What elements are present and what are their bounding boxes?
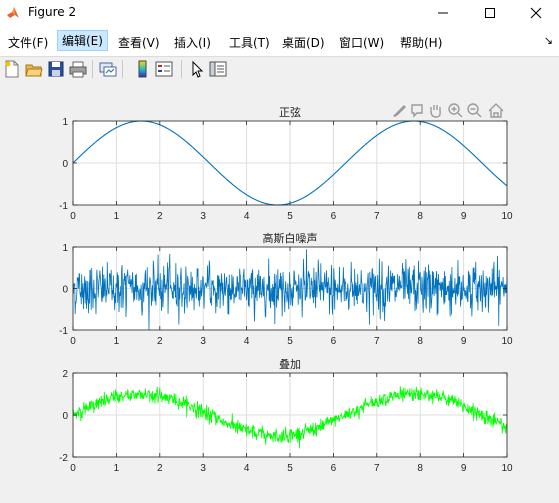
x-tick-label: 7 — [374, 463, 380, 474]
menu-view[interactable]: 查看(V) — [118, 34, 160, 51]
x-tick-label: 4 — [244, 463, 250, 474]
property-inspector-icon[interactable] — [209, 60, 227, 78]
x-tick-label: 0 — [70, 336, 76, 347]
legend-icon[interactable] — [155, 60, 173, 78]
figure-canvas: 0 1 2 3 4 5 6 7 8 9 10 -1 0 1 正弦 0 1 2 3 4 5 6 7 8 9 10 -1 0 1 高斯白噪声 0… — [0, 81, 559, 503]
y-tick-label: -1 — [59, 326, 68, 337]
x-tick-label: 2 — [157, 211, 163, 222]
x-tick-label: 5 — [287, 336, 293, 347]
maximize-icon — [485, 8, 495, 18]
brush-shape — [393, 105, 406, 117]
x-tick-label: 4 — [244, 336, 250, 347]
minimize-icon — [438, 12, 448, 14]
menu-desktop[interactable]: 桌面(D) — [282, 34, 325, 51]
sum-axes: 0 1 2 3 4 5 6 7 8 9 10-202叠加 — [59, 358, 513, 474]
window-title: Figure 2 — [28, 5, 77, 19]
x-tick-label: 2 — [157, 463, 163, 474]
x-tick-label: 10 — [501, 336, 513, 347]
x-tick-label: 8 — [417, 211, 423, 222]
y-tick-label: 0 — [62, 285, 68, 296]
zoom-out-icon[interactable] — [467, 103, 482, 118]
x-tick-label: 7 — [374, 336, 380, 347]
title-bar: Figure 2 — [0, 0, 559, 26]
y-tick-label: 2 — [62, 369, 68, 380]
x-tick-label: 9 — [461, 336, 467, 347]
axes-toolbar — [393, 103, 504, 118]
x-tick-label: 2 — [157, 336, 163, 347]
home-icon[interactable] — [488, 103, 504, 118]
pointer-icon[interactable] — [188, 60, 206, 78]
toolbar-separator — [181, 60, 182, 78]
print-icon[interactable] — [69, 60, 87, 78]
y-tick-label: 1 — [62, 117, 68, 128]
x-tick-label: 6 — [331, 211, 337, 222]
sine-axes: 0 1 2 3 4 5 6 7 8 9 10-101正弦 — [59, 105, 513, 222]
menu-bar: 文件(F) 编辑(E) 查看(V) 插入(I) 工具(T) 桌面(D) 窗口(W… — [0, 26, 559, 56]
menu-overflow-icon[interactable]: ↘ — [544, 34, 553, 47]
new-figure-icon[interactable] — [3, 60, 21, 78]
x-tick-label: 3 — [200, 336, 206, 347]
menu-window[interactable]: 窗口(W) — [339, 34, 384, 51]
data-tips-icon[interactable] — [411, 104, 423, 118]
y-tick-label: 0 — [62, 411, 68, 422]
toolbar-separator — [122, 60, 123, 78]
x-tick-label: 9 — [461, 463, 467, 474]
x-tick-label: 1 — [114, 336, 120, 347]
x-tick-label: 8 — [417, 336, 423, 347]
y-tick-label: 1 — [62, 243, 68, 254]
x-tick-label: 4 — [244, 211, 250, 222]
x-tick-label: 10 — [501, 463, 513, 474]
link-plot-icon[interactable] — [99, 60, 117, 78]
menu-insert[interactable]: 插入(I) — [174, 34, 211, 51]
close-button[interactable] — [513, 0, 559, 26]
x-tick-label: 7 — [374, 211, 380, 222]
close-icon — [530, 7, 542, 19]
matlab-logo-icon — [7, 7, 19, 18]
axes-title: 叠加 — [279, 358, 301, 371]
noise-axes: 0 1 2 3 4 5 6 7 8 9 10-101高斯白噪声 — [59, 231, 513, 347]
minimize-button[interactable] — [420, 0, 466, 26]
house — [488, 103, 504, 118]
x-tick-label: 6 — [331, 463, 337, 474]
x-tick-label: 5 — [287, 463, 293, 474]
x-tick-label: 1 — [114, 463, 120, 474]
axes-title: 高斯白噪声 — [263, 231, 318, 245]
y-tick-label: 0 — [62, 159, 68, 170]
x-tick-label: 3 — [200, 211, 206, 222]
y-tick-label: -1 — [59, 201, 68, 212]
x-tick-label: 1 — [114, 211, 120, 222]
menu-help[interactable]: 帮助(H) — [400, 34, 442, 51]
figure-plots: 0 1 2 3 4 5 6 7 8 9 10-101正弦0 1 2 3 4 5 6 7 8 9 10-101高斯白噪声0… — [59, 103, 513, 474]
x-tick-label: 5 — [287, 211, 293, 222]
menu-tools[interactable]: 工具(T) — [229, 34, 270, 51]
x-tick-label: 10 — [501, 211, 513, 222]
menu-file[interactable]: 文件(F) — [8, 34, 48, 51]
axes-title: 正弦 — [279, 105, 301, 119]
tip-shape — [411, 104, 423, 118]
menu-edit[interactable]: 编辑(E) — [57, 30, 108, 51]
x-tick-label: 3 — [200, 463, 206, 474]
pan-icon[interactable] — [430, 105, 441, 118]
zoom-in-icon[interactable] — [448, 103, 463, 118]
toolbar-separator — [92, 60, 93, 78]
colorbar-icon[interactable] — [134, 60, 152, 78]
maximize-button[interactable] — [467, 0, 513, 26]
y-tick-label: -2 — [59, 453, 68, 464]
x-tick-label: 0 — [70, 463, 76, 474]
x-tick-label: 9 — [461, 211, 467, 222]
x-tick-label: 8 — [417, 463, 423, 474]
open-file-icon[interactable] — [25, 60, 43, 78]
plus — [451, 106, 463, 118]
x-tick-label: 0 — [70, 211, 76, 222]
x-tick-label: 6 — [331, 336, 337, 347]
save-icon[interactable] — [47, 60, 65, 78]
hand-shape — [430, 105, 441, 118]
figure-toolbar — [0, 56, 559, 82]
brush-icon[interactable] — [393, 105, 406, 117]
